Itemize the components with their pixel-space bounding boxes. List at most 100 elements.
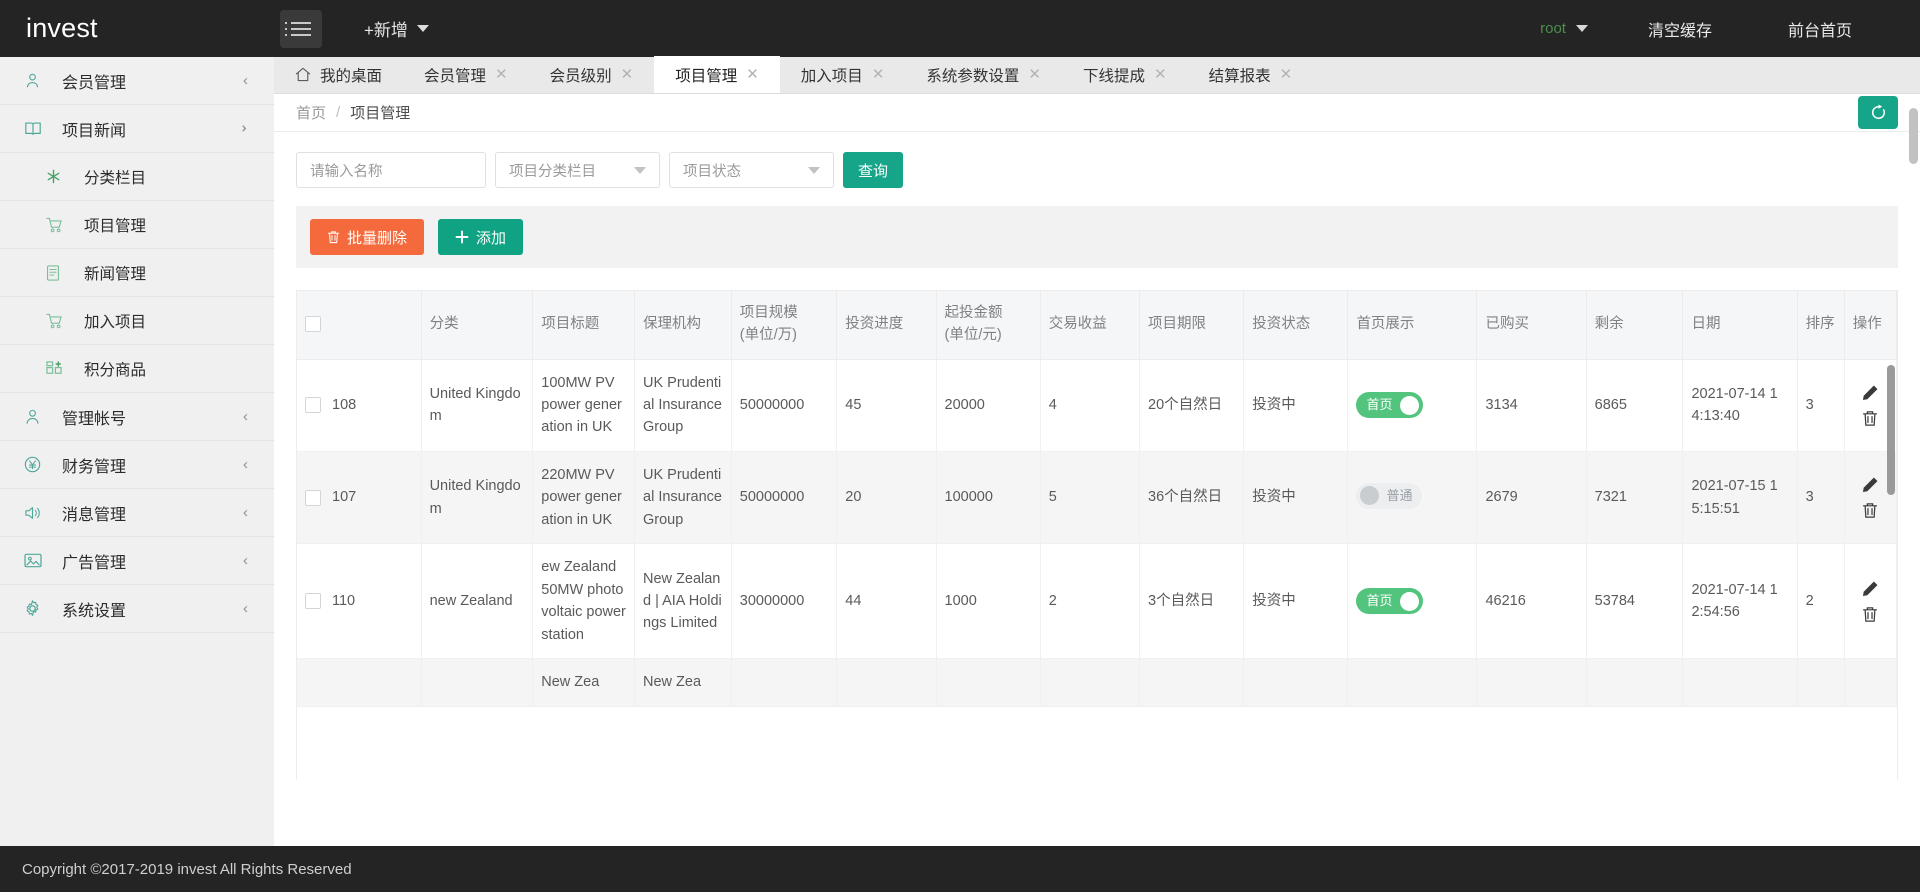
select-all-checkbox[interactable] xyxy=(305,316,321,333)
close-icon[interactable]: ✕ xyxy=(495,67,508,82)
home-display-cell: 首页 xyxy=(1347,543,1478,660)
search-name-input[interactable]: 请输入名称 xyxy=(296,152,486,188)
column-header-line1: 保理机构 xyxy=(643,315,701,332)
sidebar-item-0[interactable]: 会员管理 ‹ xyxy=(0,57,274,105)
sidebar-item-11[interactable]: 系统设置 ‹ xyxy=(0,585,274,633)
table-scrollbar[interactable] xyxy=(1887,365,1895,495)
cell-title: ew Zealand 50MW photovoltaic power stati… xyxy=(532,543,635,660)
row-checkbox[interactable] xyxy=(305,397,321,414)
tab-0[interactable]: 我的桌面 xyxy=(274,56,403,93)
tab-5[interactable]: 系统参数设置 ✕ xyxy=(905,56,1062,93)
tab-6[interactable]: 下线提成 ✕ xyxy=(1062,56,1188,93)
home-display-toggle[interactable]: 普通 xyxy=(1356,482,1423,509)
cell-sort: 3 xyxy=(1797,451,1845,545)
column-header-7: 交易收益 xyxy=(1040,291,1141,360)
sidebar-item-sub-2[interactable]: 分类栏目 xyxy=(0,153,274,201)
breadcrumb: 首页 / 项目管理 xyxy=(274,94,1920,132)
batch-delete-button[interactable]: 批量删除 xyxy=(310,219,425,255)
close-icon[interactable]: ✕ xyxy=(872,67,885,82)
close-icon[interactable]: ✕ xyxy=(1280,67,1293,82)
column-header-line1: 剩余 xyxy=(1594,315,1624,332)
sidebar-item-sub-4[interactable]: 新闻管理 xyxy=(0,249,274,297)
chevron-left-icon: ‹ xyxy=(243,600,248,617)
cell-remaining: 6865 xyxy=(1586,359,1684,452)
cell-scale: 50000000 xyxy=(731,359,838,452)
sidebar: 会员管理 ‹ 项目新闻 ⌄ 分类栏目项目管理新闻管理 加入项目 积分商品 管理帐号 ‹ 财务管理 ‹… xyxy=(0,57,274,846)
close-icon[interactable]: ✕ xyxy=(1028,67,1041,82)
delete-icon[interactable] xyxy=(1862,502,1878,519)
sidebar-item-8[interactable]: 财务管理 ‹ xyxy=(0,441,274,489)
add-new-button[interactable]: +新增 xyxy=(364,16,429,41)
page-scrollbar[interactable] xyxy=(1909,108,1918,164)
tab-1[interactable]: 会员管理 ✕ xyxy=(403,56,529,93)
column-header-8: 项目期限 xyxy=(1139,291,1245,360)
category-select[interactable]: 项目分类栏目 xyxy=(495,152,660,188)
cart-icon xyxy=(46,313,72,329)
cell-purchased: 46216 xyxy=(1476,543,1587,660)
close-icon[interactable]: ✕ xyxy=(746,67,759,82)
home-display-cell: 首页 xyxy=(1347,359,1478,452)
column-header-6: 起投金额 (单位/元) xyxy=(936,291,1041,360)
cell-status: 投资中 xyxy=(1243,543,1349,660)
edit-icon[interactable] xyxy=(1862,476,1879,493)
table-head: 分类 项目标题 保理机构 项目规模 (单位/万) 投资进度 起投金额 (单位/元) 交易收益 项目… xyxy=(297,291,1897,360)
toggle-label: 首页 xyxy=(1366,593,1393,609)
delete-icon[interactable] xyxy=(1862,410,1878,427)
sidebar-item-sub-6[interactable]: 积分商品 xyxy=(0,345,274,393)
query-button[interactable]: 查询 xyxy=(843,152,904,188)
breadcrumb-separator: / xyxy=(336,104,341,121)
add-button[interactable]: 添加 xyxy=(438,219,524,255)
row-actions-cell xyxy=(1844,658,1897,707)
tab-7[interactable]: 结算报表 ✕ xyxy=(1188,56,1314,93)
table-row: 107 United Kingdom 220MW PV power generati… xyxy=(297,451,1897,545)
table-body: 108 United Kingdom 100MW PV power generati… xyxy=(297,359,1897,707)
speaker-icon xyxy=(24,505,50,521)
sidebar-item-1[interactable]: 项目新闻 ⌄ xyxy=(0,105,274,153)
home-display-toggle[interactable]: 首页 xyxy=(1356,392,1424,419)
row-select-cell: 108 xyxy=(297,359,422,452)
breadcrumb-home[interactable]: 首页 xyxy=(296,102,326,123)
user-menu[interactable]: root xyxy=(1518,20,1610,37)
clear-cache-button[interactable]: 清空缓存 xyxy=(1610,17,1750,41)
row-checkbox[interactable] xyxy=(305,489,321,506)
column-header-line1: 排序 xyxy=(1805,315,1835,332)
cell-progress: 20 xyxy=(836,451,937,545)
close-icon[interactable]: ✕ xyxy=(1154,67,1167,82)
filter-bar: 请输入名称 项目分类栏目 项目状态 查询 xyxy=(274,132,1920,206)
sidebar-item-label: 项目管理 xyxy=(84,217,147,235)
delete-icon[interactable] xyxy=(1862,606,1878,623)
sidebar-item-9[interactable]: 消息管理 ‹ xyxy=(0,489,274,537)
cell-status: 投资中 xyxy=(1243,359,1349,452)
sidebar-item-sub-5[interactable]: 加入项目 xyxy=(0,297,274,345)
cell-remaining: 7321 xyxy=(1586,451,1684,545)
tab-label: 我的桌面 xyxy=(320,67,383,85)
front-home-button[interactable]: 前台首页 xyxy=(1750,17,1890,41)
sidebar-item-10[interactable]: 广告管理 ‹ xyxy=(0,537,274,585)
edit-icon[interactable] xyxy=(1862,580,1879,597)
footer: Copyright ©2017-2019 invest All Rights R… xyxy=(0,846,1920,892)
row-id: 110 xyxy=(332,593,356,610)
row-select-cell xyxy=(297,658,422,707)
edit-icon[interactable] xyxy=(1862,384,1879,401)
tab-3[interactable]: 项目管理 ✕ xyxy=(654,56,780,93)
column-header-10: 首页展示 xyxy=(1347,291,1478,360)
row-checkbox[interactable] xyxy=(305,593,321,610)
hamburger-icon[interactable] xyxy=(280,9,322,48)
close-icon[interactable]: ✕ xyxy=(621,67,634,82)
tab-4[interactable]: 加入项目 ✕ xyxy=(780,56,906,93)
sidebar-item-label: 消息管理 xyxy=(62,506,127,524)
cell-status: 投资中 xyxy=(1243,451,1349,545)
cell-title: New Zea xyxy=(532,658,635,707)
status-select[interactable]: 项目状态 xyxy=(669,152,834,188)
chevron-down-icon xyxy=(1575,25,1588,32)
sidebar-item-7[interactable]: 管理帐号 ‹ xyxy=(0,393,274,441)
row-id: 108 xyxy=(332,396,357,413)
cell-agency: New Zea xyxy=(634,658,732,707)
select-all-header[interactable] xyxy=(297,291,422,360)
home-display-toggle[interactable]: 首页 xyxy=(1356,588,1424,615)
tab-2[interactable]: 会员级别 ✕ xyxy=(529,56,655,93)
sidebar-item-sub-3[interactable]: 项目管理 xyxy=(0,201,274,249)
column-header-line1: 首页展示 xyxy=(1356,315,1415,332)
row-actions-cell xyxy=(1844,543,1897,660)
refresh-button[interactable] xyxy=(1858,96,1898,129)
